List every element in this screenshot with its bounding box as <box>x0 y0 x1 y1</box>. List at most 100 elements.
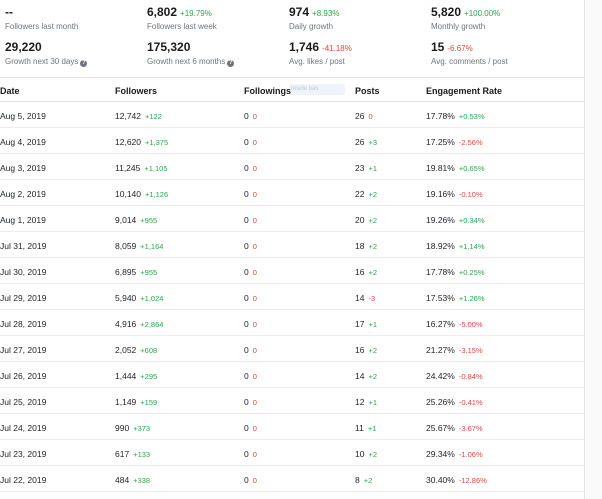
cell-followers-value: 6,895 <box>115 267 137 277</box>
cell-date: Jul 26, 2019 <box>0 371 46 381</box>
stat-card: 175,320 Growth next 6 months? <box>147 40 235 67</box>
cell-followings: 00 <box>244 163 257 173</box>
cell-followings: 00 <box>244 345 257 355</box>
cell-followings-delta: 0 <box>252 372 257 381</box>
stat-delta: -41.18% <box>322 44 352 53</box>
header-date[interactable]: Date <box>0 86 20 96</box>
cell-posts-delta: 0 <box>368 112 373 121</box>
cell-engagement-rate: 29.34% -1.06% <box>426 449 483 459</box>
cell-date: Aug 4, 2019 <box>0 137 46 147</box>
cell-engagement-rate-delta: -3.15% <box>458 346 483 355</box>
stat-card: 974 +8.93% Daily growth <box>289 5 339 31</box>
cell-engagement-rate-value: 19.16% <box>426 189 455 199</box>
cell-date-value: Aug 3, 2019 <box>0 163 46 173</box>
cell-followings-delta: 0 <box>252 164 257 173</box>
cell-engagement-rate: 25.67% -3.67% <box>426 423 483 433</box>
table-row: Aug 1, 2019 9,014 +955 0 0 20 +2 19.26% +0.34% <box>0 206 584 232</box>
cell-followings-value: 0 <box>244 267 249 277</box>
stat-label: Avg. comments / post <box>431 57 508 66</box>
cell-posts: 16 +2 <box>355 267 377 277</box>
info-icon[interactable]: ? <box>227 60 235 67</box>
cell-date: Jul 28, 2019 <box>0 319 46 329</box>
cell-engagement-rate-delta: +0.53% <box>458 112 485 121</box>
cell-followings-value: 0 <box>244 215 249 225</box>
cell-engagement-rate-delta: -1.06% <box>458 450 483 459</box>
cell-engagement-rate-delta: +1.14% <box>458 242 485 251</box>
cell-posts-delta: +2 <box>368 346 378 355</box>
cell-followings-delta: 0 <box>252 450 257 459</box>
cell-followers-delta: +955 <box>140 216 158 225</box>
cell-followings-value: 0 <box>244 241 249 251</box>
cell-followings: 00 <box>244 293 257 303</box>
info-icon[interactable]: ? <box>80 60 88 67</box>
cell-date: Jul 29, 2019 <box>0 293 46 303</box>
cell-posts-value: 22 <box>355 189 365 199</box>
cell-engagement-rate: 30.40% -12.86% <box>426 475 487 485</box>
cell-engagement-rate: 24.42% -0.84% <box>426 371 483 381</box>
cell-followers-value: 484 <box>115 475 130 485</box>
cell-followings-value: 0 <box>244 189 249 199</box>
cell-posts-value: 16 <box>355 267 365 277</box>
table-row: Aug 4, 2019 12,620 +1,375 0 0 26 +3 17.25% -2.56… <box>0 128 584 154</box>
cell-engagement-rate-value: 17.78% <box>426 267 455 277</box>
cell-followers-value: 9,014 <box>115 215 137 225</box>
cell-date-value: Aug 5, 2019 <box>0 111 46 121</box>
cell-followings-value: 0 <box>244 449 249 459</box>
stat-delta: +8.93% <box>312 9 340 18</box>
table-row: Jul 24, 2019 990 +373 0 0 11 +1 25.67% -3.67% <box>0 414 584 440</box>
cell-engagement-rate: 17.53% +1.26% <box>426 293 485 303</box>
cell-followers-delta: +338 <box>133 476 151 485</box>
cell-posts-delta: +3 <box>368 138 378 147</box>
cell-posts-delta: +2 <box>363 476 373 485</box>
cell-posts-delta: +2 <box>368 450 378 459</box>
cell-posts: 22 +2 <box>355 189 377 199</box>
growth-table: Date Followers Inside bas Followings Pos… <box>0 78 584 492</box>
cell-posts: 26 +3 <box>355 137 377 147</box>
cell-posts-value: 16 <box>355 345 365 355</box>
stat-value-text: 6,802 <box>147 5 178 19</box>
stat-card: 5,820 +100.00% Monthly growth <box>431 5 500 31</box>
cell-engagement-rate: 16.27% -5.00% <box>426 319 483 329</box>
scrollbar-track[interactable] <box>584 0 602 499</box>
header-posts[interactable]: Posts <box>355 86 380 96</box>
cell-engagement-rate: 17.78% +0.25% <box>426 267 485 277</box>
cell-followers: 11,245 +1,105 <box>115 163 168 173</box>
cell-engagement-rate: 17.78% +0.53% <box>426 111 485 121</box>
cell-followings-delta: 0 <box>252 138 257 147</box>
stat-value-text: 29,220 <box>5 40 42 54</box>
cell-engagement-rate-value: 19.26% <box>426 215 455 225</box>
cell-followers: 1,444 +295 <box>115 371 157 381</box>
cell-date: Aug 3, 2019 <box>0 163 46 173</box>
cell-followings-delta: 0 <box>252 320 257 329</box>
cell-followings-value: 0 <box>244 111 249 121</box>
cell-followings-value: 0 <box>244 345 249 355</box>
cell-posts-value: 8 <box>355 475 360 485</box>
cell-engagement-rate-value: 25.67% <box>426 423 455 433</box>
table-row: Jul 31, 2019 8,059 +1,164 0 0 18 +2 18.92% +1.14… <box>0 232 584 258</box>
cell-posts-delta: +2 <box>368 242 378 251</box>
stat-label: Monthly growth <box>431 22 500 31</box>
cell-followings-delta: 0 <box>252 190 257 199</box>
stat-label: Daily growth <box>289 22 339 31</box>
header-followings[interactable]: Followings <box>244 86 291 96</box>
cell-followers-delta: +295 <box>140 372 158 381</box>
cell-engagement-rate-delta: -0.10% <box>458 190 483 199</box>
header-engagement-rate[interactable]: Engagement Rate <box>426 86 502 96</box>
table-row: Jul 30, 2019 6,895 +955 0 0 16 +2 17.78% +0.25% <box>0 258 584 284</box>
tooltip-hint: Inside bas <box>289 84 345 95</box>
stat-card: 6,802 +19.79% Followers last week <box>147 5 217 31</box>
cell-date-value: Jul 25, 2019 <box>0 397 47 407</box>
cell-date-value: Jul 30, 2019 <box>0 267 47 277</box>
cell-engagement-rate-delta: -5.00% <box>458 320 483 329</box>
cell-followers-delta: +1,164 <box>140 242 164 251</box>
cell-posts-value: 17 <box>355 319 365 329</box>
cell-followers-delta: +955 <box>140 268 158 277</box>
cell-followers-value: 4,916 <box>115 319 137 329</box>
cell-followers-value: 8,059 <box>115 241 137 251</box>
stat-label: Followers last month <box>5 22 78 31</box>
cell-followings-value: 0 <box>244 293 249 303</box>
header-followers[interactable]: Followers <box>115 86 157 96</box>
cell-followings: 00 <box>244 423 257 433</box>
cell-followings: 00 <box>244 371 257 381</box>
stat-card: 15 -6.67% Avg. comments / post <box>431 40 508 66</box>
